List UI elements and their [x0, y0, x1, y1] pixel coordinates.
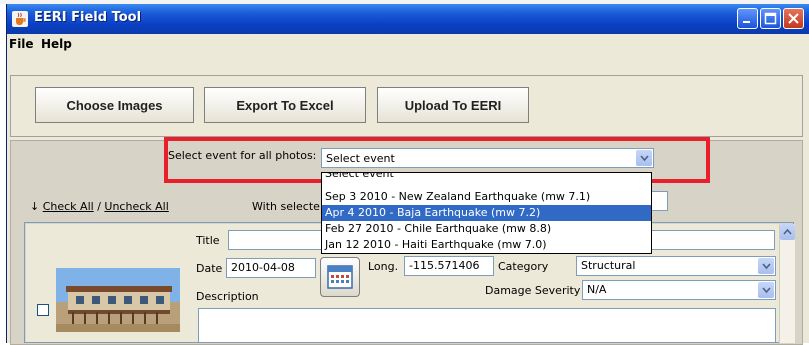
event-option[interactable]: Sep 3 2010 - New Zealand Earthquake (mw … — [322, 189, 651, 205]
chevron-down-icon — [762, 287, 771, 293]
building-photo-icon — [56, 268, 180, 332]
window-title: EERI Field Tool — [34, 10, 142, 25]
event-dropdown-list: Select event Sep 3 2010 - New Zealand Ea… — [321, 172, 652, 254]
calendar-button[interactable] — [320, 257, 360, 297]
date-input[interactable]: 2010-04-08 — [226, 258, 316, 278]
calendar-icon — [327, 265, 353, 289]
down-arrow-icon: ↓ — [30, 200, 40, 213]
check-links: ↓ Check All / Uncheck All — [30, 200, 169, 213]
category-dropdown-arrow[interactable] — [758, 258, 774, 274]
damage-severity-select[interactable]: N/A — [582, 280, 776, 300]
event-option[interactable]: Select event — [322, 173, 651, 182]
description-textarea[interactable] — [198, 308, 776, 343]
with-selected-label: With selected: — [252, 200, 320, 213]
description-label: Description — [196, 290, 259, 303]
menu-file[interactable]: File — [9, 37, 34, 51]
longitude-input[interactable]: -115.571406 — [404, 256, 494, 276]
uncheck-all-link[interactable]: Uncheck All — [104, 200, 168, 213]
damage-dropdown-arrow[interactable] — [758, 282, 774, 298]
event-option[interactable]: Feb 27 2010 - Chile Earthquake (mw 8.8) — [322, 221, 651, 237]
title-label: Title — [196, 234, 220, 247]
maximize-button[interactable] — [760, 8, 781, 29]
choose-images-button[interactable]: Choose Images — [35, 87, 194, 123]
java-cup-icon — [12, 11, 28, 27]
title-bar[interactable]: EERI Field Tool — [7, 4, 809, 34]
upload-to-eeri-button[interactable]: Upload To EERI — [377, 87, 529, 123]
damage-severity-value: N/A — [587, 283, 607, 296]
longitude-label: Long. — [368, 260, 399, 273]
menu-help[interactable]: Help — [41, 37, 72, 51]
event-option-highlighted[interactable]: Apr 4 2010 - Baja Earthquake (mw 7.2) — [322, 205, 651, 221]
close-button[interactable] — [783, 8, 804, 29]
link-separator: / — [93, 200, 105, 213]
close-icon — [788, 13, 799, 24]
minimize-button[interactable] — [737, 8, 758, 29]
vertical-scrollbar[interactable] — [779, 224, 795, 343]
category-label: Category — [498, 260, 549, 273]
event-option[interactable]: Jan 12 2010 - Haiti Earthquake (mw 7.0) — [322, 237, 651, 253]
date-label: Date — [196, 262, 223, 275]
damage-severity-label: Damage Severity — [485, 284, 581, 297]
photo-thumbnail[interactable] — [56, 268, 180, 332]
category-value: Structural — [581, 259, 636, 272]
scroll-up-button[interactable] — [780, 224, 795, 240]
chevron-down-icon — [762, 263, 771, 269]
photo-checkbox[interactable] — [37, 304, 49, 316]
minimize-icon — [743, 21, 750, 23]
menu-bar: File Help — [7, 34, 809, 56]
export-to-excel-button[interactable]: Export To Excel — [204, 87, 366, 123]
category-select[interactable]: Structural — [576, 256, 776, 276]
check-all-link[interactable]: Check All — [43, 200, 94, 213]
maximize-icon — [764, 12, 777, 25]
chevron-up-icon — [783, 229, 792, 235]
